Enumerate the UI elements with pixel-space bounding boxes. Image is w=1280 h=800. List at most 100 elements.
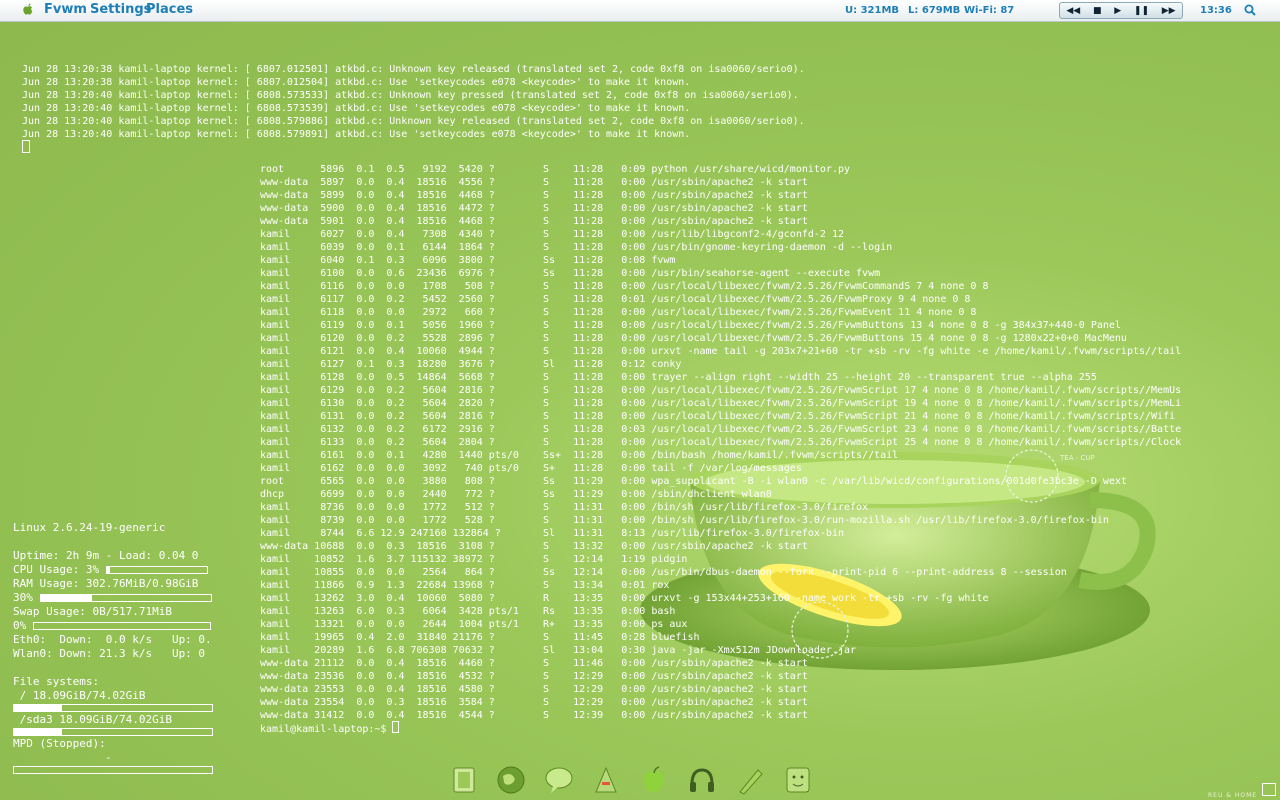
menu-settings[interactable]: Settings bbox=[90, 2, 151, 17]
menu-places[interactable]: Places bbox=[146, 2, 193, 17]
load-memory-readout: L: 679MB bbox=[908, 5, 961, 16]
search-icon[interactable] bbox=[1244, 4, 1256, 16]
process-row: kamil 6040 0.1 0.3 6096 3800 ? Ss 11:28 … bbox=[260, 255, 676, 266]
apple-dock-icon[interactable] bbox=[638, 764, 670, 796]
process-row: root 5896 0.1 0.5 9192 5420 ? S 11:28 0:… bbox=[260, 164, 851, 175]
forward-icon[interactable]: ▶▶ bbox=[1162, 6, 1176, 16]
media-controls: ◀◀ ■ ▶ ❚❚ ▶▶ bbox=[1059, 2, 1183, 19]
process-row: kamil 6133 0.0 0.2 5604 2804 ? S 11:28 0… bbox=[260, 437, 1182, 448]
process-row: kamil 6132 0.0 0.2 6172 2916 ? S 11:28 0… bbox=[260, 424, 1182, 435]
editor-icon[interactable] bbox=[590, 764, 622, 796]
mpd-progress-bar bbox=[13, 766, 213, 774]
wlan0-line: Wlan0: Down: 21.3 k/s Up: 0 bbox=[13, 647, 206, 660]
file-manager-icon[interactable] bbox=[448, 764, 480, 796]
process-row: kamil 6127 0.1 0.3 18280 3676 ? Sl 11:28… bbox=[260, 359, 682, 370]
top-menu-bar: Fvwm Settings Places U: 321MB L: 679MB W… bbox=[0, 0, 1280, 22]
log-line: Jun 28 13:20:38 kamil-laptop kernel: [ 6… bbox=[22, 64, 805, 75]
process-row: kamil 6120 0.0 0.2 5528 2896 ? S 11:28 0… bbox=[260, 333, 1127, 344]
user-memory-readout: U: 321MB bbox=[845, 5, 900, 16]
process-row: www-data 21112 0.0 0.4 18516 4460 ? S 11… bbox=[260, 658, 808, 669]
process-row: www-data 23536 0.0 0.4 18516 4532 ? S 12… bbox=[260, 671, 808, 682]
process-row: kamil 6119 0.0 0.1 5056 1960 ? S 11:28 0… bbox=[260, 320, 1121, 331]
stop-icon[interactable]: ■ bbox=[1093, 6, 1102, 16]
prompt-text: kamil@kamil-laptop:~$ bbox=[260, 724, 393, 735]
swap-percent: 0% bbox=[13, 619, 27, 632]
ram-usage: RAM Usage: 302.76MiB/0.98GiB bbox=[13, 577, 199, 590]
log-line: Jun 28 13:20:38 kamil-laptop kernel: [ 6… bbox=[22, 77, 691, 88]
process-row: kamil 6100 0.0 0.6 23436 6976 ? Ss 11:28… bbox=[260, 268, 881, 279]
process-row: kamil 6118 0.0 0.0 2972 660 ? S 11:28 0:… bbox=[260, 307, 977, 318]
process-row: dhcp 6699 0.0 0.0 2440 772 ? Ss 11:29 0:… bbox=[260, 489, 772, 500]
clock: 13:36 bbox=[1200, 5, 1232, 16]
swap-line: 0% bbox=[13, 619, 213, 633]
log-line: Jun 28 13:20:40 kamil-laptop kernel: [ 6… bbox=[22, 103, 691, 114]
kernel-log-terminal: Jun 28 13:20:38 kamil-laptop kernel: [ 6… bbox=[22, 63, 805, 141]
mpd-track: - bbox=[105, 751, 112, 764]
ram-line: 30% bbox=[13, 591, 213, 605]
terminal-cursor bbox=[22, 140, 30, 153]
process-row: kamil 13321 0.0 0.0 2644 1004 pts/1 R+ 1… bbox=[260, 619, 688, 630]
process-row: kamil 6129 0.0 0.2 5604 2816 ? S 11:28 0… bbox=[260, 385, 1182, 396]
cpu-bar bbox=[105, 566, 208, 574]
process-row: kamil 20289 1.6 6.8 706308 70632 ? Sl 13… bbox=[260, 645, 857, 656]
fs-root-bar bbox=[13, 704, 213, 712]
process-row: kamil 6121 0.0 0.4 10060 4944 ? S 11:28 … bbox=[260, 346, 1182, 357]
swap-usage: Swap Usage: 0B/517.71MiB bbox=[13, 605, 172, 618]
process-row: kamil 6027 0.0 0.4 7308 4340 ? S 11:28 0… bbox=[260, 229, 844, 240]
pen-icon[interactable] bbox=[734, 764, 766, 796]
wifi-readout: Wi-Fi: 87 bbox=[964, 5, 1015, 16]
process-row: kamil 8739 0.0 0.0 1772 528 ? S 11:31 0:… bbox=[260, 515, 1109, 526]
wallpaper-credit: REU & HOME bbox=[1208, 792, 1258, 799]
log-line: Jun 28 13:20:40 kamil-laptop kernel: [ 6… bbox=[22, 116, 805, 127]
process-row: kamil 13262 3.0 0.4 10060 5080 ? R 13:35… bbox=[260, 593, 989, 604]
chat-icon[interactable] bbox=[543, 764, 575, 796]
corner-widget[interactable] bbox=[1262, 783, 1276, 796]
process-row: www-data 5900 0.0 0.4 18516 4472 ? S 11:… bbox=[260, 203, 808, 214]
dock-panel bbox=[440, 760, 840, 800]
fs-sda3: /sda3 18.09GiB/74.02GiB bbox=[13, 713, 172, 726]
cpu-usage: CPU Usage: 3% bbox=[13, 563, 100, 576]
process-row: root 6565 0.0 0.0 3880 808 ? Ss 11:29 0:… bbox=[260, 476, 1127, 487]
rewind-icon[interactable]: ◀◀ bbox=[1066, 6, 1080, 16]
process-row: www-data 10688 0.0 0.3 18516 3108 ? S 13… bbox=[260, 541, 808, 552]
fs-sda3-bar bbox=[13, 728, 213, 736]
cpu-line: CPU Usage: 3% bbox=[13, 563, 213, 577]
process-row: www-data 23553 0.0 0.4 18516 4580 ? S 12… bbox=[260, 684, 808, 695]
process-row: kamil 8744 6.6 12.9 247160 132864 ? Sl 1… bbox=[260, 528, 844, 539]
uptime-line: Uptime: 2h 9m - Load: 0.04 0 bbox=[13, 549, 199, 562]
pause-icon[interactable]: ❚❚ bbox=[1134, 6, 1149, 16]
headphones-icon[interactable] bbox=[686, 764, 718, 796]
process-row: kamil 8736 0.0 0.0 1772 512 ? S 11:31 0:… bbox=[260, 502, 869, 513]
fs-root: / 18.09GiB/74.02GiB bbox=[13, 689, 146, 702]
apple-icon[interactable] bbox=[22, 3, 34, 17]
process-row: kamil 11866 0.9 1.3 22684 13968 ? S 13:3… bbox=[260, 580, 670, 591]
process-row: kamil 6117 0.0 0.2 5452 2560 ? S 11:28 0… bbox=[260, 294, 971, 305]
menu-fvwm[interactable]: Fvwm bbox=[44, 2, 87, 17]
finder-icon[interactable] bbox=[782, 764, 814, 796]
conky-monitor: Linux 2.6.24-19-generic Uptime: 2h 9m - … bbox=[13, 521, 213, 775]
process-row: kamil 6161 0.0 0.1 4280 1440 pts/0 Ss+ 1… bbox=[260, 450, 899, 461]
log-line: Jun 28 13:20:40 kamil-laptop kernel: [ 6… bbox=[22, 129, 691, 140]
process-row: kamil 19965 0.4 2.0 31840 21176 ? S 11:4… bbox=[260, 632, 700, 643]
process-row: www-data 5901 0.0 0.4 18516 4468 ? S 11:… bbox=[260, 216, 808, 227]
process-row: kamil 10855 0.0 0.0 2564 864 ? Ss 12:14 … bbox=[260, 567, 1067, 578]
shell-prompt[interactable]: kamil@kamil-laptop:~$ bbox=[260, 721, 400, 736]
process-row: kamil 6116 0.0 0.0 1708 508 ? S 11:28 0:… bbox=[260, 281, 989, 292]
filesystems-header: File systems: bbox=[13, 675, 100, 688]
play-icon[interactable]: ▶ bbox=[1114, 6, 1121, 16]
log-line: Jun 28 13:20:40 kamil-laptop kernel: [ 6… bbox=[22, 90, 799, 101]
process-row: kamil 10852 1.6 3.7 115132 38972 ? S 12:… bbox=[260, 554, 688, 565]
process-row: kamil 6162 0.0 0.0 3092 740 pts/0 S+ 11:… bbox=[260, 463, 802, 474]
process-row: www-data 5897 0.0 0.4 18516 4556 ? S 11:… bbox=[260, 177, 808, 188]
ram-bar bbox=[39, 594, 212, 602]
eth0-line: Eth0: Down: 0.0 k/s Up: 0. bbox=[13, 633, 212, 646]
swap-bar bbox=[32, 622, 211, 630]
process-list-terminal: root 5896 0.1 0.5 9192 5420 ? S 11:28 0:… bbox=[260, 163, 1181, 722]
ram-percent: 30% bbox=[13, 591, 33, 604]
mpd-status: MPD (Stopped): bbox=[13, 737, 106, 750]
process-row: kamil 13263 6.0 0.3 6064 3428 pts/1 Rs 1… bbox=[260, 606, 676, 617]
globe-icon[interactable] bbox=[495, 764, 527, 796]
process-row: kamil 6130 0.0 0.2 5604 2820 ? S 11:28 0… bbox=[260, 398, 1182, 409]
process-row: kamil 6131 0.0 0.2 5604 2816 ? S 11:28 0… bbox=[260, 411, 1176, 422]
process-row: kamil 6039 0.0 0.1 6144 1864 ? S 11:28 0… bbox=[260, 242, 893, 253]
